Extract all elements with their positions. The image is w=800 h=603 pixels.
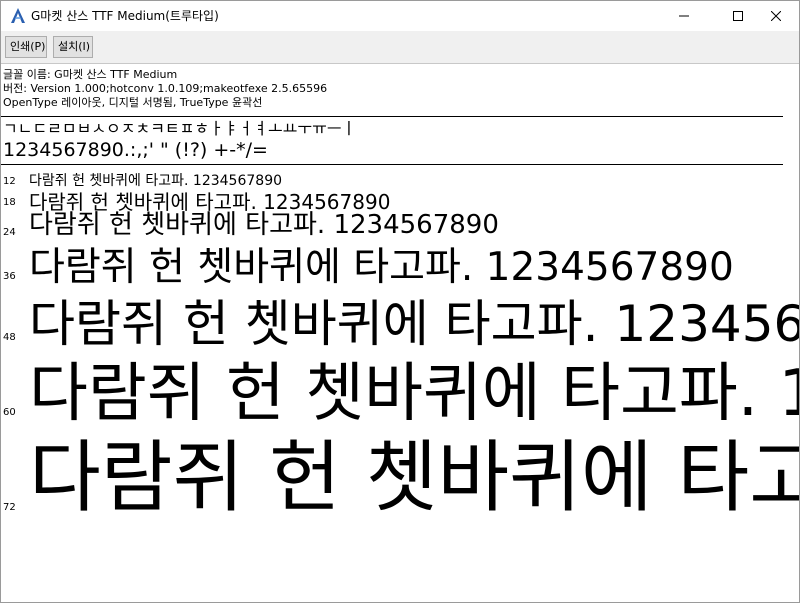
divider (1, 164, 783, 165)
sample-text: 다람쥐 헌 쳇바퀴에 타고파. 1234567890 (29, 190, 391, 214)
size-label: 72 (3, 502, 16, 513)
size-label: 18 (3, 197, 16, 208)
install-button[interactable]: 설치(I) (53, 36, 93, 58)
font-name-info: 글꼴 이름: G마켓 산스 TTF Medium (3, 68, 178, 81)
minimize-icon (679, 11, 689, 21)
charset-digits: 1234567890.:,;' " (!?) +-*/= (3, 139, 268, 161)
toolbar: 인쇄(P) 설치(I) (1, 31, 799, 64)
charset-alphabet: ㄱㄴㄷㄹㅁㅂㅅㅇㅈㅊㅋㅌㅍㅎㅏㅑㅓㅕㅗㅛㅜㅠㅡㅣ (3, 119, 357, 138)
maximize-icon (733, 11, 743, 21)
font-preview-area: 글꼴 이름: G마켓 산스 TTF Medium 버전: Version 1.0… (1, 64, 799, 602)
font-viewer-icon (9, 7, 27, 25)
font-viewer-window: G마켓 산스 TTF Medium(트루타입) 인쇄(P) 설치(I) 글꼴 이… (0, 0, 800, 603)
close-button[interactable] (753, 1, 799, 31)
size-label: 48 (3, 332, 16, 343)
print-button[interactable]: 인쇄(P) (5, 36, 47, 58)
sample-text: 다람쥐 헌 쳇바퀴에 타고파. 1234567890 (29, 245, 734, 290)
sample-text: 다람쥐 헌 쳇바퀴에 타고파. 1234567890 (29, 357, 799, 431)
size-label: 12 (3, 176, 16, 187)
title-bar[interactable]: G마켓 산스 TTF Medium(트루타입) (1, 1, 799, 31)
minimize-button[interactable] (661, 1, 707, 31)
size-label: 36 (3, 271, 16, 282)
sample-text: 다람쥐 헌 쳇바퀴에 타고파. 1234567890 (29, 173, 283, 189)
size-label: 60 (3, 407, 16, 418)
sample-text: 다람쥐 헌 쳇바퀴에 타고파. 1234567890 (29, 295, 799, 353)
size-label: 24 (3, 227, 16, 238)
window-title: G마켓 산스 TTF Medium(트루타입) (31, 9, 219, 23)
close-icon (771, 11, 781, 21)
font-version-info: 버전: Version 1.000;hotconv 1.0.109;makeot… (3, 82, 328, 95)
sample-text: 다람쥐 헌 쳇바퀴에 타고파. 1234567890 (29, 433, 799, 523)
font-features-info: OpenType 레이아웃, 디지털 서명됨, TrueType 윤곽선 (3, 96, 263, 109)
divider (1, 116, 783, 117)
sample-text: 다람쥐 헌 쳇바퀴에 타고파. 1234567890 (29, 210, 499, 240)
